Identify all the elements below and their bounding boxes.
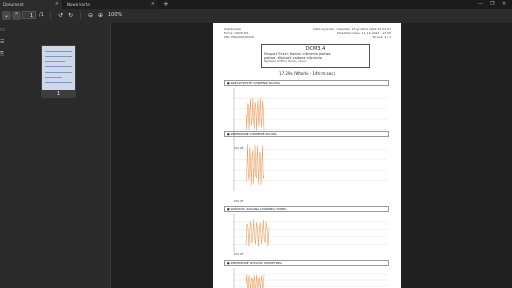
document-viewer[interactable]: Użytkownik Firma: ODCE.8/1 Plik: PRG/ARS… [111,23,512,288]
rotate-left-icon[interactable]: ↺ [56,11,65,20]
chevron-up-icon[interactable]: ⌃ [12,11,21,20]
chart-note: DTA ZF [234,253,244,256]
rotate-right-icon[interactable]: ↻ [66,11,75,20]
chart-2 [233,139,387,191]
new-tab-button[interactable]: + [163,0,169,9]
tab-label: Dokument [3,2,24,7]
signal-line [245,97,265,131]
header-right: Data wydruku: czwartek, 15 grudnia 2022 … [313,27,391,39]
pdf-toolbar: ⌄ ⌃ 1 /1 ↺ ↻ ⊖ ⊕ 100% [0,9,512,23]
page-number-input[interactable]: 1 [22,11,36,19]
thumbnail-page-number: 1 [41,91,76,98]
maximize-icon[interactable]: ❐ [490,0,494,9]
thumbnail-sidebar: ▭ ☰ ⎘ 1 [0,23,111,288]
report-title-box: DCM3.4 Eksport Excel: Koniec ciśnienia p… [261,44,370,68]
tab-label: Nowa karta [67,2,90,7]
chart-4 [233,268,387,288]
chevron-down-icon[interactable]: ⌄ [2,11,11,20]
divider [50,11,51,19]
section-header: ● RZECZYWISTE CIŚNIENIE PALIWA [224,80,389,86]
thumbnail-preview [42,46,75,90]
section-header: ● WARTOŚĆ ZADANA CIŚNIENIA TURBO [224,206,389,212]
page-count: /1 [39,12,44,18]
section-header: ● ZMIERZONE WYDATKI POWIETRZA [224,260,389,266]
close-tab-icon[interactable]: × [151,0,155,9]
zoom-in-icon[interactable]: ⊕ [96,11,105,20]
signal-line [245,219,270,247]
signal-line [245,144,265,186]
zoom-out-icon[interactable]: ⊖ [86,11,95,20]
header-left: Użytkownik Firma: ODCE.8/1 Plik: PRG/ARS… [224,27,254,39]
report-period: 17.29s (Wtorki - 14h:m:sec) [279,71,335,76]
close-window-icon[interactable]: ✕ [502,0,506,9]
tab-new[interactable]: Nowa karta × [64,0,158,9]
thumbnails-icon[interactable]: ▭ [0,27,6,33]
chart-note: DTA ZF [234,200,244,203]
section-header: ● ZMIERZONE CIŚNIENIE PALIWA [224,131,389,137]
title-bar: Dokument × Nowa karta × + — ❐ ✕ [0,0,512,9]
zoom-level[interactable]: 100% [108,11,122,19]
report-file: Nagłówek: DCM3.4_Wykres_ciśnień [264,60,307,63]
outline-icon[interactable]: ☰ [0,39,6,45]
chart-3 [233,214,387,252]
tab-document[interactable]: Dokument × [0,0,62,9]
page-thumbnail[interactable] [41,45,76,91]
close-tab-icon[interactable]: × [55,0,59,9]
pdf-page: Użytkownik Firma: ODCE.8/1 Plik: PRG/ARS… [213,23,401,288]
minimize-icon[interactable]: — [478,0,483,9]
divider [80,11,81,19]
attachments-icon[interactable]: ⎘ [0,51,6,57]
